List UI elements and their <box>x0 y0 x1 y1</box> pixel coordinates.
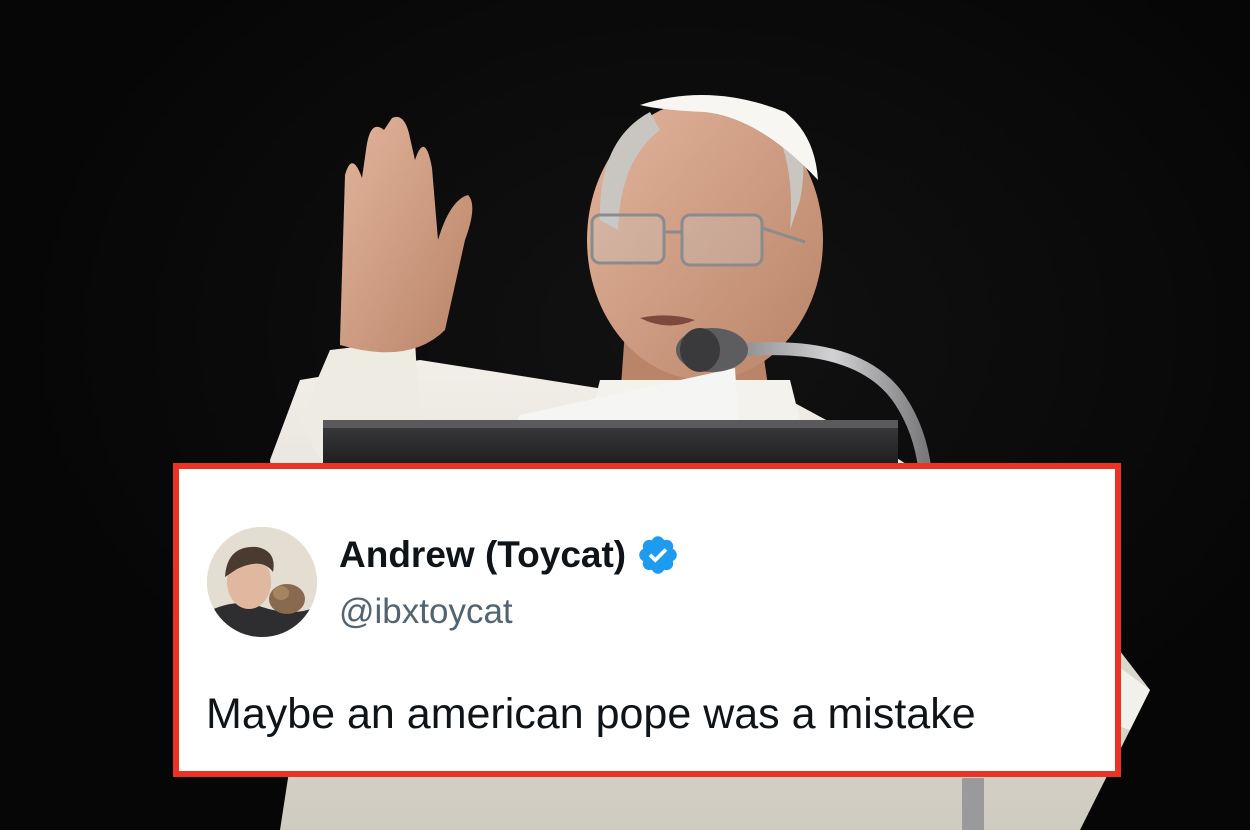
verified-badge-icon <box>639 536 677 574</box>
display-name: Andrew (Toycat) <box>339 534 627 575</box>
raised-hand-shape <box>340 116 473 353</box>
tweet-text: Maybe an american pope was a mistake <box>206 690 976 738</box>
meme-image: Andrew (Toycat) @ibxtoycat Maybe an amer… <box>0 0 1250 830</box>
name-row: Andrew (Toycat) <box>339 533 680 577</box>
tweet-card: Andrew (Toycat) @ibxtoycat Maybe an amer… <box>173 463 1121 777</box>
user-handle: @ibxtoycat <box>339 592 513 631</box>
avatar <box>207 527 317 637</box>
